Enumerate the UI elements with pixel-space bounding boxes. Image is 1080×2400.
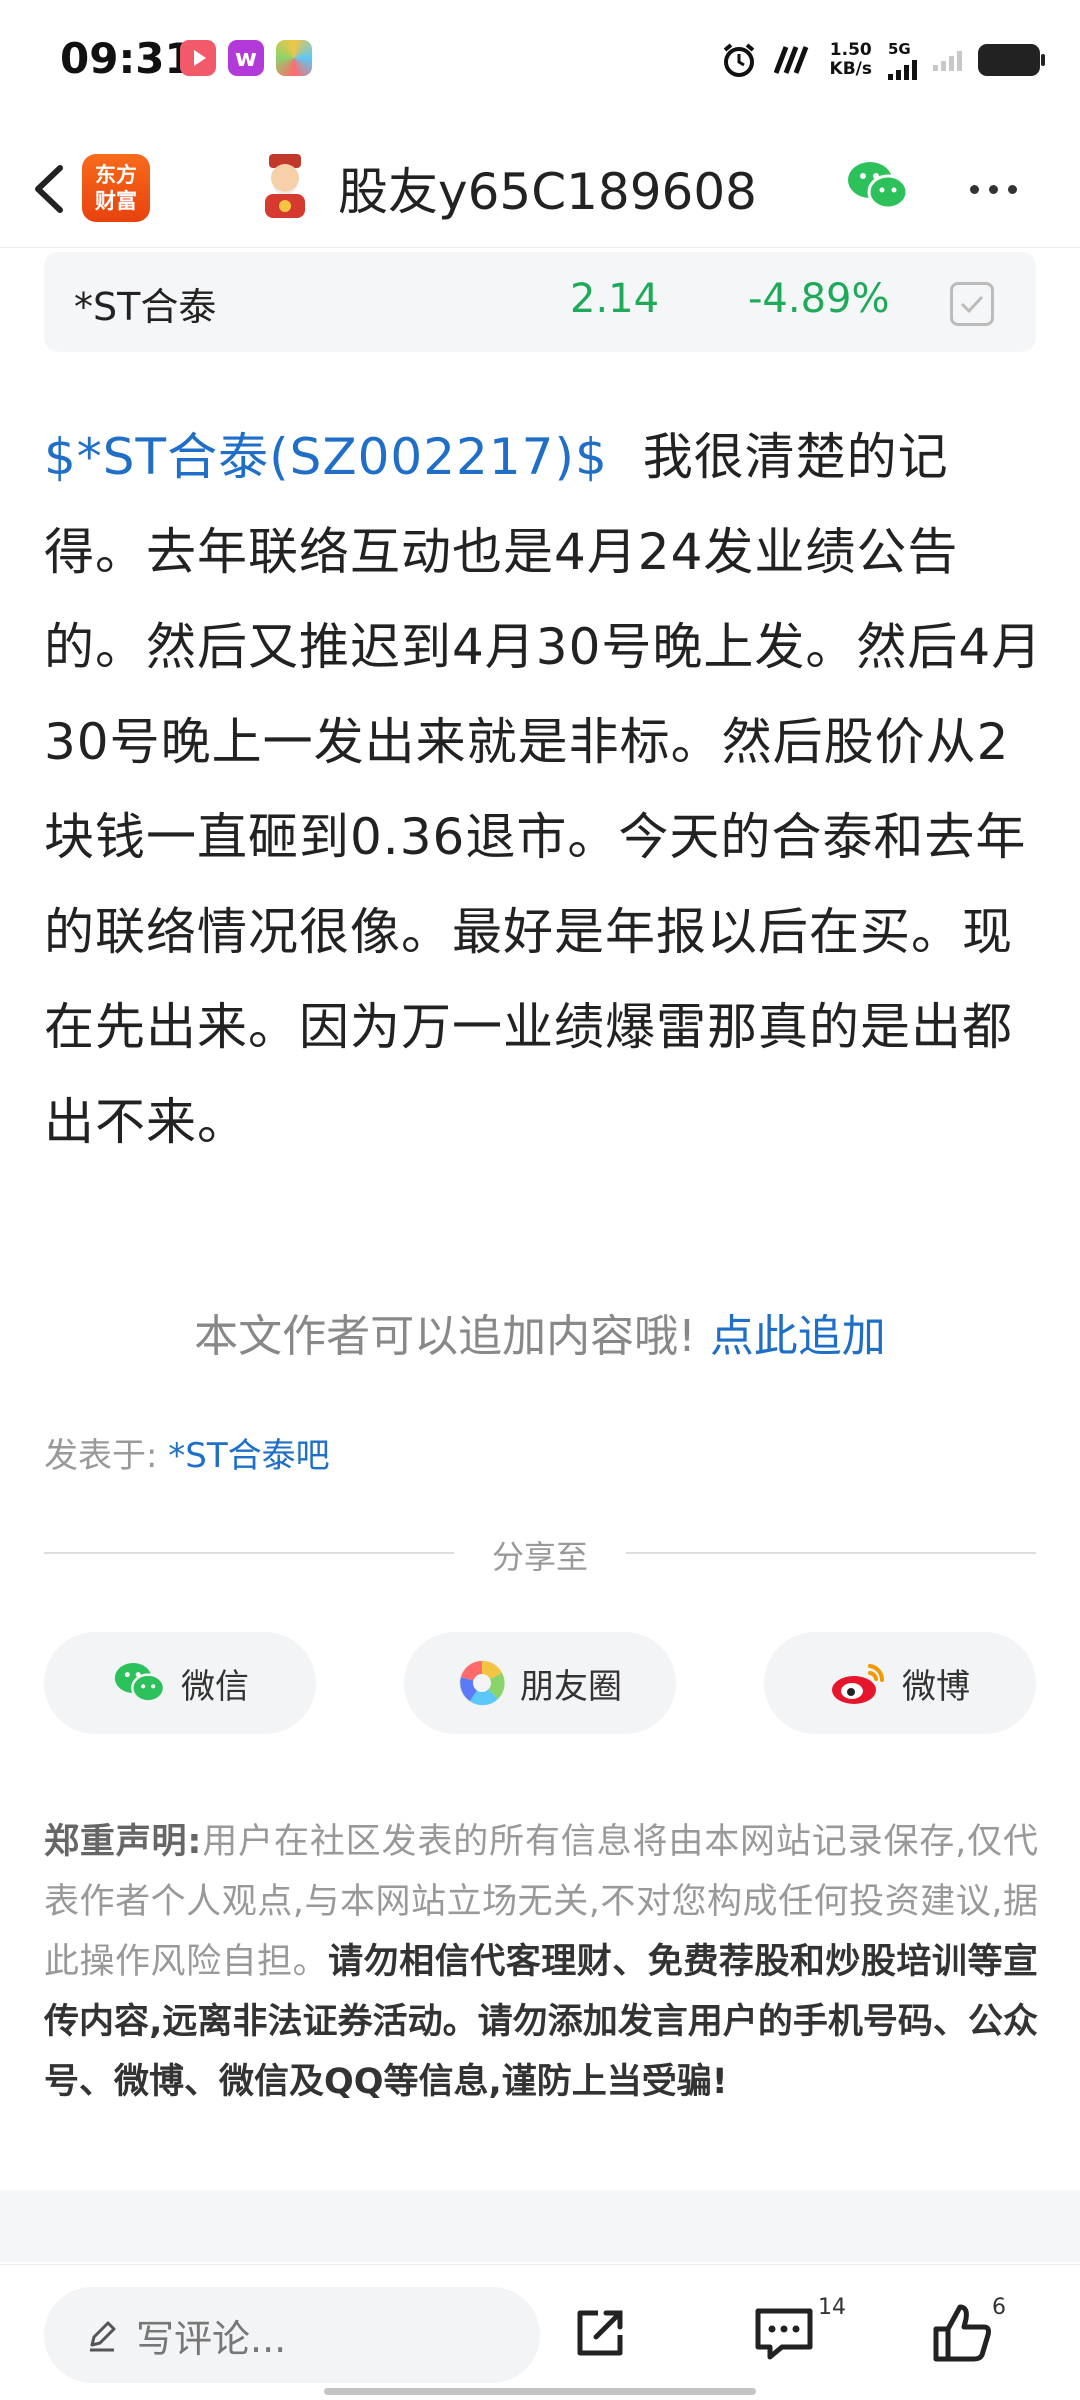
- append-content-row: 本文作者可以追加内容哦! 点此追加: [0, 1300, 1080, 1364]
- share-weibo-label: 微博: [902, 1666, 970, 1707]
- share-divider: 分享至: [44, 1530, 1036, 1576]
- status-bar: 09:31 w 1.50 KB/s 5G: [0, 0, 1080, 120]
- weibo-icon: [832, 1664, 885, 1704]
- author-name[interactable]: 股友y65C189608: [338, 152, 757, 224]
- logo-line-1: 东方: [95, 163, 137, 187]
- share-moments-button[interactable]: 朋友圈: [404, 1632, 676, 1734]
- like-count: 6: [992, 2295, 1006, 2320]
- posted-in-row: 发表于: *ST合泰吧: [44, 1428, 330, 1477]
- stock-change: -4.89%: [748, 276, 890, 322]
- divider-line-right: [626, 1552, 1036, 1554]
- more-options-icon[interactable]: [970, 174, 1036, 204]
- stock-ticker-link[interactable]: $*ST合泰(SZ002217)$: [44, 428, 608, 486]
- stock-quote-card[interactable]: *ST合泰 2.14 -4.89%: [44, 252, 1036, 352]
- home-indicator[interactable]: [324, 2388, 756, 2395]
- share-wechat-button[interactable]: 微信: [44, 1632, 316, 1734]
- signal-bars-secondary-icon: [933, 49, 962, 71]
- wechat-share-icon[interactable]: [844, 156, 910, 216]
- stock-name: *ST合泰: [74, 285, 217, 329]
- comment-count: 14: [818, 2295, 846, 2320]
- post-content: $*ST合泰(SZ002217)$ 我很清楚的记得。去年联络互动也是4月24发业…: [44, 410, 1044, 1170]
- w-app-icon: w: [228, 40, 264, 76]
- section-separator: [0, 2190, 1080, 2262]
- video-app-icon: [180, 40, 216, 76]
- share-icon[interactable]: [568, 2301, 632, 2365]
- network-speed-unit: KB/s: [829, 59, 872, 79]
- logo-line-2: 财富: [95, 189, 137, 213]
- cellular-signal: 5G: [888, 40, 917, 80]
- pencil-icon: [90, 2321, 116, 2352]
- disclaimer-title: 郑重声明:: [44, 1822, 202, 1862]
- status-time: 09:31: [60, 34, 194, 83]
- battery-icon: [978, 44, 1045, 76]
- posted-in-label: 发表于:: [44, 1436, 158, 1476]
- post-body-text: 我很清楚的记得。去年联络互动也是4月24发业绩公告的。然后又推迟到4月30号晚上…: [44, 428, 1043, 1151]
- user-avatar[interactable]: [255, 152, 315, 220]
- moments-icon: [459, 1660, 505, 1706]
- wechat-icon: [114, 1663, 166, 1703]
- add-watchlist-checkbox[interactable]: [950, 282, 994, 326]
- comment-icon[interactable]: [752, 2301, 816, 2365]
- comment-input[interactable]: 写评论...: [44, 2287, 540, 2383]
- check-icon: [960, 295, 984, 314]
- alarm-icon: [723, 43, 754, 77]
- back-arrow-icon[interactable]: [24, 154, 84, 224]
- share-weibo-button[interactable]: 微博: [764, 1632, 1036, 1734]
- bottom-action-bar: 写评论... 14 6: [0, 2264, 1080, 2400]
- share-title: 分享至: [491, 1538, 588, 1576]
- share-wechat-label: 微信: [181, 1666, 249, 1707]
- append-link[interactable]: 点此追加: [710, 1311, 886, 1362]
- game-app-icon: [276, 40, 312, 76]
- like-icon[interactable]: [930, 2301, 994, 2365]
- network-speed: 1.50 KB/s: [830, 41, 872, 79]
- nfc-icon: [773, 46, 808, 74]
- network-type: 5G: [888, 40, 911, 58]
- forum-link[interactable]: *ST合泰吧: [168, 1436, 329, 1476]
- eastmoney-logo[interactable]: 东方 财富: [82, 154, 150, 222]
- network-speed-value: 1.50: [829, 40, 872, 60]
- share-moments-label: 朋友圈: [520, 1666, 622, 1707]
- app-header: 东方 财富 股友y65C189608: [0, 130, 1080, 248]
- status-icons: 1.50 KB/s 5G: [720, 36, 1045, 84]
- append-prompt: 本文作者可以追加内容哦!: [194, 1311, 696, 1362]
- signal-bars-icon: [888, 58, 917, 80]
- comment-placeholder: 写评论...: [136, 2316, 287, 2361]
- stock-price: 2.14: [570, 276, 660, 322]
- disclaimer: 郑重声明:用户在社区发表的所有信息将由本网站记录保存,仅代表作者个人观点,与本网…: [44, 1812, 1038, 2112]
